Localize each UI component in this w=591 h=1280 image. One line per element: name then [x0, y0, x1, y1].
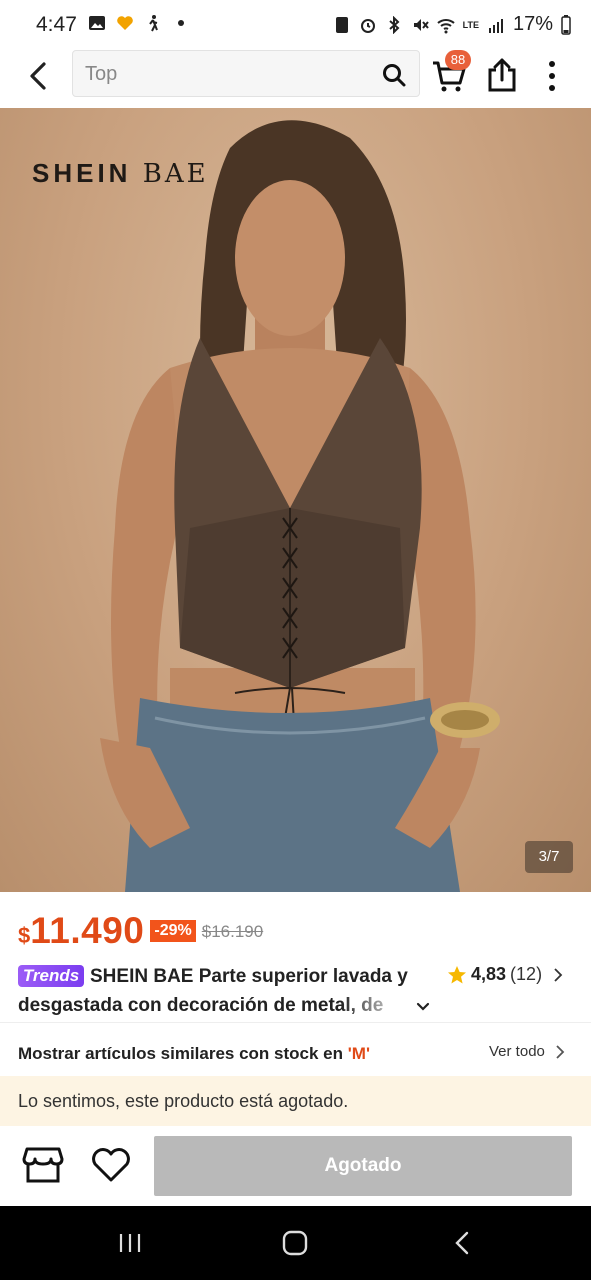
store-icon[interactable] [22, 1145, 64, 1185]
brand-logo: SHEIN BAE [32, 158, 209, 189]
search-icon[interactable] [381, 62, 407, 88]
bottom-action-bar: Agotado [0, 1126, 591, 1206]
model-photo [100, 120, 500, 892]
wifi-icon [436, 18, 455, 33]
status-notification-icons [88, 14, 190, 32]
rating-summary[interactable]: 4,83 (12) [447, 964, 564, 985]
product-image-carousel[interactable]: SHEIN BAE 3/7 [0, 108, 591, 892]
app-heart-icon [117, 16, 133, 30]
cart-badge: 88 [445, 50, 471, 70]
alarm-icon [360, 18, 375, 33]
home-icon[interactable] [282, 1230, 308, 1256]
search-input[interactable]: Top [85, 63, 117, 86]
chevron-right-icon [554, 967, 563, 982]
status-right-icons: LTE 17% [333, 13, 571, 36]
chevron-right-icon[interactable] [553, 1044, 567, 1060]
sim-icon [335, 16, 348, 33]
system-back-icon[interactable] [452, 1230, 472, 1256]
brand-logo-part2: BAE [142, 159, 209, 189]
discount-badge: -29% [150, 920, 196, 942]
mute-icon [413, 18, 429, 31]
dot-icon [178, 20, 184, 26]
similar-items-size: 'M' [347, 1044, 370, 1063]
chevron-down-icon[interactable] [414, 998, 432, 1016]
top-header: Top 88 [0, 50, 591, 108]
similar-items-text: Mostrar artículos similares con stock en [18, 1044, 348, 1063]
share-icon[interactable] [484, 56, 520, 94]
price-row: $ 11.490 -29% $16.190 [18, 910, 264, 951]
divider [0, 1022, 591, 1023]
more-options-icon[interactable] [540, 58, 564, 94]
rating-count: (12) [510, 964, 543, 984]
status-time: 4:47 [36, 13, 77, 36]
back-arrow-icon[interactable] [20, 58, 56, 94]
walking-icon [149, 15, 158, 32]
signal-icon [488, 18, 503, 33]
gallery-icon [89, 16, 105, 30]
status-bar: 4:47 LTE 17% [0, 0, 591, 50]
star-icon [448, 965, 466, 983]
system-nav-bar [0, 1206, 591, 1280]
see-all-link[interactable]: Ver todo [489, 1043, 545, 1060]
search-box[interactable]: Top [72, 50, 420, 97]
brand-logo-part1: SHEIN [32, 158, 132, 188]
photo-counter: 3/7 [525, 841, 573, 873]
similar-items-label: Mostrar artículos similares con stock en… [18, 1044, 370, 1064]
title-fade [340, 992, 410, 1020]
network-label: LTE [462, 19, 479, 30]
sold-out-button[interactable]: Agotado [154, 1136, 572, 1196]
battery-icon [561, 14, 571, 35]
old-price: $16.190 [201, 922, 264, 941]
heart-icon[interactable] [90, 1146, 132, 1184]
sold-out-notice-text: Lo sentimos, este producto está agotado. [18, 1091, 349, 1111]
battery-percent: 17% [512, 13, 553, 35]
sold-out-notice: Lo sentimos, este producto está agotado. [0, 1076, 591, 1126]
price-currency: $ [18, 923, 31, 948]
rating-value: 4,83 [471, 964, 507, 984]
recent-apps-icon[interactable] [117, 1232, 143, 1254]
price-value: 11.490 [30, 910, 145, 951]
bluetooth-icon [388, 15, 400, 34]
